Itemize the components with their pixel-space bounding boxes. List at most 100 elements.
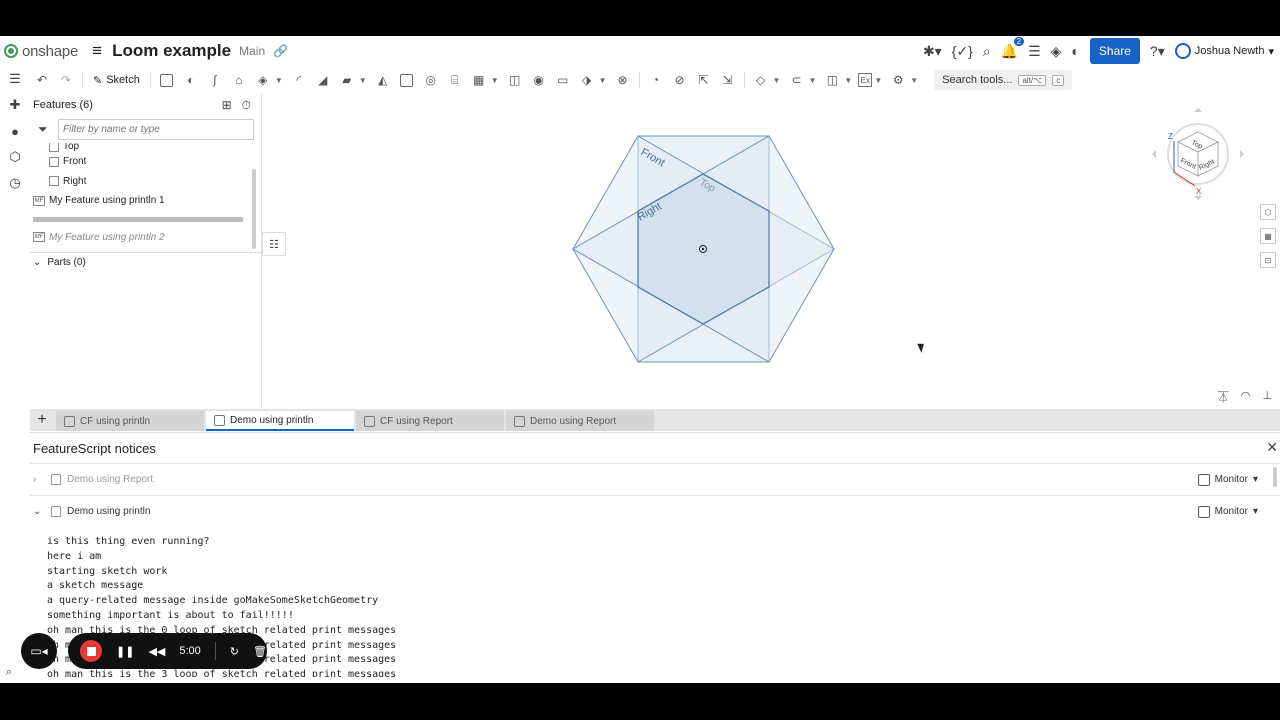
hole-icon[interactable]: ◎: [421, 70, 441, 90]
view-icon[interactable]: ⬡: [1260, 204, 1276, 220]
stop-recording-button[interactable]: [80, 640, 102, 662]
chevron-down-icon[interactable]: ▼: [808, 76, 816, 85]
modify-fillet-icon[interactable]: ◔: [646, 70, 666, 90]
restart-icon[interactable]: ↻: [230, 645, 239, 658]
split-icon[interactable]: ▭: [553, 70, 573, 90]
feature-item-front[interactable]: Front: [30, 152, 252, 172]
user-menu[interactable]: Joshua Newth ▾: [1174, 43, 1274, 59]
revolve-icon[interactable]: ◐: [181, 70, 201, 90]
measure-icon[interactable]: ⏄: [1218, 389, 1229, 405]
left-rail: ☰ ✚ ● ⬡ ◷: [0, 67, 30, 683]
mass-properties-icon[interactable]: ◠: [1241, 389, 1251, 405]
extrude-icon[interactable]: [157, 70, 177, 90]
chevron-down-icon[interactable]: ▼: [359, 76, 367, 85]
camera-toggle-button[interactable]: ▭◂: [21, 633, 57, 669]
thicken-icon[interactable]: ◈: [253, 70, 273, 90]
comments-icon[interactable]: ●: [7, 123, 23, 139]
transform-icon[interactable]: ⬗: [577, 70, 597, 90]
share-button[interactable]: Share: [1089, 38, 1140, 64]
notice-row-demo-println[interactable]: ⌄ Demo using println Monitor ▾: [30, 495, 1280, 527]
monitor-button[interactable]: Monitor ▾: [1197, 505, 1258, 518]
pause-icon[interactable]: ❚❚: [116, 645, 134, 658]
fillet-icon[interactable]: ◜: [289, 70, 309, 90]
shell-icon[interactable]: [397, 70, 417, 90]
search-tools-button[interactable]: Search tools... alt/⌥ c: [934, 70, 1073, 90]
onshape-logo[interactable]: onshape: [4, 43, 78, 60]
add-tab-button[interactable]: +: [30, 409, 54, 431]
featurestudio-icon: [64, 415, 75, 427]
history-icon[interactable]: ◷: [7, 175, 23, 191]
section-icon[interactable]: ▦: [1260, 228, 1276, 244]
monitor-button[interactable]: Monitor ▾: [1197, 473, 1258, 486]
undo-icon[interactable]: ↶: [32, 70, 52, 90]
mate-connector-icon[interactable]: ⊂: [786, 70, 806, 90]
print-icon[interactable]: ⊥: [1262, 389, 1272, 405]
feature-scrollbar[interactable]: [252, 169, 256, 249]
view-cube[interactable]: Top Front Right Z X: [1138, 94, 1258, 214]
chevron-down-icon[interactable]: ▼: [275, 76, 283, 85]
notifications-icon[interactable]: 🔔 2: [1001, 36, 1025, 60]
feature-item-custom-1[interactable]: MF My Feature using println 1: [30, 191, 252, 211]
document-title[interactable]: Loom example: [112, 41, 231, 61]
rib-icon[interactable]: ◭: [373, 70, 393, 90]
pattern-icon[interactable]: ▦: [469, 70, 489, 90]
tab-demo-using-report[interactable]: Demo using Report: [506, 411, 654, 431]
chevron-down-icon[interactable]: ▼: [874, 76, 882, 85]
redo-icon[interactable]: ↷: [56, 70, 76, 90]
loft-icon[interactable]: ⌂: [229, 70, 249, 90]
feature-item-right[interactable]: Right: [30, 172, 252, 192]
draft-icon[interactable]: ▰: [337, 70, 357, 90]
feature-item-top[interactable]: Top: [30, 143, 252, 152]
feature-list-icon[interactable]: ☰: [7, 71, 23, 87]
sketch-button[interactable]: ✎ Sketch: [87, 74, 146, 87]
trash-icon[interactable]: 🗑: [253, 645, 267, 658]
delete-face-icon[interactable]: ⊘: [670, 70, 690, 90]
graphics-viewport[interactable]: Front Top Right Top Front Right Z X ⬡ ▦ …: [262, 94, 1280, 409]
plane-icon[interactable]: ◇: [751, 70, 771, 90]
parts-section[interactable]: ⌄ Parts (0): [30, 252, 261, 272]
filter-input[interactable]: [58, 118, 254, 140]
close-icon[interactable]: ✕: [1266, 439, 1278, 456]
apps-icon[interactable]: ◈: [1051, 43, 1062, 60]
chevron-down-icon[interactable]: ▼: [491, 76, 499, 85]
search-bottom-icon[interactable]: ⌕: [6, 666, 12, 679]
bug-icon[interactable]: ✱▾: [923, 43, 942, 60]
notice-row-demo-report[interactable]: › Demo using Report Monitor ▾: [30, 463, 1280, 495]
insert-icon[interactable]: ✚: [7, 97, 23, 113]
replace-face-icon[interactable]: ⇲: [718, 70, 738, 90]
timer-icon[interactable]: ⏱: [242, 98, 251, 113]
feature-item-custom-2[interactable]: MF My Feature using println 2: [30, 228, 252, 248]
menu-icon[interactable]: ≡: [92, 41, 102, 61]
document-list-icon[interactable]: ☰: [1028, 43, 1041, 60]
chevron-down-icon[interactable]: ▼: [773, 76, 781, 85]
boolean-icon[interactable]: ◉: [529, 70, 549, 90]
featurescript-tool-icon[interactable]: ⚙: [888, 70, 908, 90]
learning-icon[interactable]: ◐: [1071, 43, 1079, 59]
branch-label[interactable]: Main: [239, 44, 265, 58]
link-icon[interactable]: 🔗: [273, 44, 288, 58]
sheet-metal-icon[interactable]: ◫: [822, 70, 842, 90]
tab-cf-using-report[interactable]: CF using Report: [356, 411, 504, 431]
notices-scrollbar[interactable]: [1273, 467, 1277, 487]
mirror-icon[interactable]: ◫: [505, 70, 525, 90]
search-icon[interactable]: ⌕: [983, 43, 991, 60]
parts-icon[interactable]: ⬡: [7, 149, 23, 165]
custom-feature-icon[interactable]: Ex: [858, 73, 873, 87]
chevron-down-icon[interactable]: ▼: [844, 76, 852, 85]
help-icon[interactable]: ?▾: [1150, 43, 1165, 60]
move-face-icon[interactable]: ⇱: [694, 70, 714, 90]
chamfer-icon[interactable]: ◢: [313, 70, 333, 90]
chevron-down-icon[interactable]: ▼: [910, 76, 918, 85]
add-folder-icon[interactable]: ⊞: [222, 98, 232, 113]
cylinder-icon[interactable]: ⌸: [445, 70, 465, 90]
tab-demo-using-println[interactable]: Demo using println: [206, 411, 354, 431]
rewind-icon[interactable]: ◀◀: [148, 645, 165, 658]
display-icon[interactable]: ⊡: [1260, 252, 1276, 268]
tab-cf-using-println[interactable]: CF using println: [56, 411, 204, 431]
sweep-icon[interactable]: ∫: [205, 70, 225, 90]
rollback-bar[interactable]: [33, 216, 243, 222]
delete-part-icon[interactable]: ⊗: [613, 70, 633, 90]
filter-icon[interactable]: ⏷: [38, 122, 52, 137]
chevron-down-icon[interactable]: ▼: [599, 76, 607, 85]
featurescript-icon[interactable]: {✓}: [952, 43, 973, 60]
